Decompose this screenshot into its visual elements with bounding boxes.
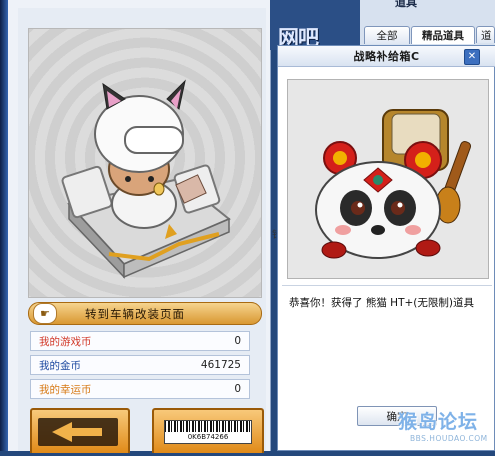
- watermark-logo: 猴岛论坛: [398, 411, 479, 433]
- stat-label: 我的幸运币: [39, 383, 92, 396]
- dialog-title: 战略补给箱C: [353, 50, 420, 63]
- stat-gold-coins: 我的金币 461725: [30, 355, 250, 375]
- buy-button[interactable]: 0K6B74266: [152, 408, 264, 453]
- left-frame-edge: [0, 0, 8, 451]
- pointing-hand-icon: ☛: [33, 303, 57, 324]
- kart-character-image: [61, 79, 231, 279]
- close-icon[interactable]: ✕: [464, 49, 480, 65]
- reward-message: 恭喜你！获得了 熊猫 HT+(无限制)道具: [289, 297, 474, 309]
- dialog-divider: [282, 285, 492, 286]
- garage-button-label: 转到车辆改装页面: [85, 306, 185, 321]
- garage-button[interactable]: ☛ 转到车辆改装页面: [28, 302, 262, 325]
- dialog-titlebar: 战略补给箱C: [278, 46, 495, 67]
- watermark-url: BBS.HOUDAO.COM: [410, 434, 488, 443]
- barcode-stripes: [165, 421, 251, 432]
- stat-label: 我的游戏币: [39, 335, 92, 348]
- barcode-text: 0K6B74266: [187, 433, 229, 441]
- stat-game-coins: 我的游戏币 0: [30, 331, 250, 351]
- tab-items[interactable]: 道: [476, 26, 495, 43]
- arrow-left-icon: [38, 418, 118, 446]
- reward-item-image: [287, 79, 489, 279]
- stat-lucky-coins: 我的幸运币 0: [30, 379, 250, 399]
- game-library-button[interactable]: [30, 408, 130, 453]
- panda-kart-image: [315, 109, 472, 259]
- header-title: 道具: [395, 0, 417, 9]
- tab-premium-items[interactable]: 精品道具: [411, 26, 475, 44]
- stat-label: 我的金币: [39, 359, 81, 372]
- stat-value: 461725: [200, 359, 241, 371]
- tab-all[interactable]: 全部: [364, 26, 410, 44]
- kart-preview: [28, 28, 262, 298]
- barcode-icon: 0K6B74266: [164, 420, 252, 444]
- stat-value: 0: [234, 383, 241, 395]
- stat-value: 0: [234, 335, 241, 347]
